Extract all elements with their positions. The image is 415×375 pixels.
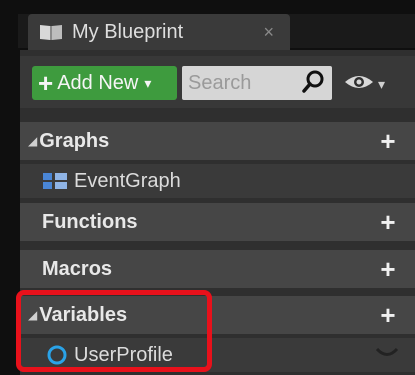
add-variable-button[interactable]: +: [377, 302, 399, 328]
graph-icon: [42, 171, 68, 191]
tab-title: My Blueprint: [72, 20, 184, 43]
add-graph-button[interactable]: +: [377, 128, 399, 154]
list-item-eventgraph[interactable]: EventGraph: [20, 164, 415, 198]
eye-icon: [344, 72, 374, 97]
section-variables[interactable]: ◢ Variables +: [20, 296, 415, 334]
section-label: Graphs: [39, 129, 110, 152]
expand-icon[interactable]: [375, 346, 399, 365]
section-label: Macros: [42, 257, 113, 280]
add-new-button[interactable]: + Add New ▾: [32, 66, 177, 100]
chevron-down-icon: ▾: [144, 74, 152, 91]
close-icon[interactable]: ×: [263, 22, 274, 43]
book-icon: [38, 21, 64, 43]
add-new-label: Add New: [57, 71, 139, 94]
section-label: Variables: [39, 303, 128, 326]
item-label: EventGraph: [74, 169, 181, 192]
item-label: UserProfile: [74, 343, 173, 366]
section-label: Functions: [42, 210, 138, 233]
add-function-button[interactable]: +: [377, 209, 399, 235]
expand-arrow-icon[interactable]: ◢: [28, 308, 37, 322]
section-graphs[interactable]: ◢ Graphs +: [20, 122, 415, 160]
section-macros[interactable]: Macros +: [20, 250, 415, 288]
tab-my-blueprint[interactable]: My Blueprint ×: [28, 14, 290, 50]
add-macro-button[interactable]: +: [377, 256, 399, 282]
expand-arrow-icon[interactable]: ◢: [28, 134, 37, 148]
search-icon[interactable]: [302, 69, 326, 98]
list-item-userprofile[interactable]: UserProfile: [20, 338, 415, 372]
variable-pin-icon: [46, 344, 68, 366]
section-functions[interactable]: Functions +: [20, 203, 415, 241]
plus-icon: +: [38, 68, 54, 98]
chevron-down-icon: ▾: [378, 76, 386, 92]
search-input[interactable]: Search: [182, 66, 332, 100]
view-options-button[interactable]: ▾: [344, 72, 385, 97]
search-placeholder: Search: [188, 71, 252, 94]
